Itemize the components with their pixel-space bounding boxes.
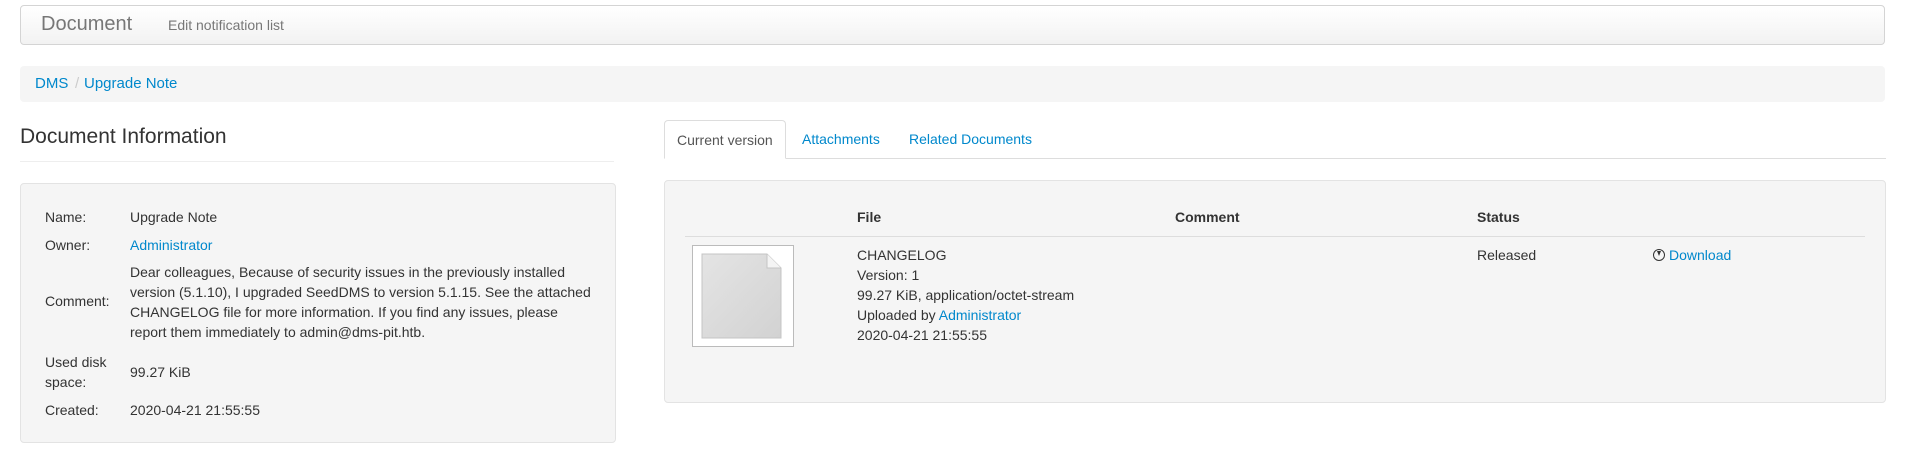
uploaded-by-line: Uploaded by Administrator: [857, 305, 1074, 325]
download-icon[interactable]: [1653, 249, 1665, 261]
comment-column-header: Comment: [1175, 209, 1240, 225]
version-tabs: Current version Attachments Related Docu…: [664, 120, 1886, 159]
breadcrumb: DMS / Upgrade Note: [20, 66, 1885, 102]
created-value: 2020-04-21 21:55:55: [130, 402, 260, 418]
download-link[interactable]: Download: [1669, 247, 1731, 263]
navbar-brand[interactable]: Document: [41, 13, 132, 36]
uploader-link[interactable]: Administrator: [939, 307, 1021, 323]
table-header-divider: [685, 236, 1865, 237]
created-label: Created:: [45, 402, 99, 418]
used-disk-space-value: 99.27 KiB: [130, 364, 191, 380]
name-label: Name:: [45, 209, 87, 225]
breadcrumb-separator: /: [75, 75, 80, 92]
document-thumbnail-icon[interactable]: [692, 245, 794, 347]
used-disk-space-label-line2: space:: [45, 374, 87, 390]
upload-date: 2020-04-21 21:55:55: [857, 327, 987, 343]
owner-label: Owner:: [45, 237, 91, 253]
used-disk-space-label-line1: Used disk: [45, 354, 107, 370]
status-column-header: Status: [1477, 209, 1520, 225]
status-value: Released: [1477, 247, 1537, 263]
document-information-title: Document Information: [20, 125, 614, 162]
comment-label: Comment:: [45, 293, 110, 309]
owner-link[interactable]: Administrator: [130, 235, 212, 255]
breadcrumb-dms[interactable]: DMS: [35, 75, 68, 92]
breadcrumb-upgrade-note[interactable]: Upgrade Note: [84, 75, 177, 92]
current-version-panel: File Comment Status CHANGELOG Version: 1…: [664, 180, 1886, 403]
top-navbar: Document Edit notification list: [20, 5, 1885, 45]
version-file-info: CHANGELOG Version: 1 99.27 KiB, applicat…: [857, 245, 1074, 345]
document-info-panel: Name: Upgrade Note Owner: Administrator …: [20, 183, 616, 443]
file-name: CHANGELOG: [857, 247, 947, 263]
name-value: Upgrade Note: [130, 209, 218, 225]
file-column-header: File: [857, 209, 882, 225]
file-size-type: 99.27 KiB, application/octet-stream: [857, 287, 1075, 303]
uploaded-by-prefix: Uploaded by: [857, 307, 936, 323]
version-number: Version: 1: [857, 267, 920, 283]
download-action[interactable]: Download: [1653, 245, 1731, 265]
tab-related-documents[interactable]: Related Documents: [897, 120, 1044, 158]
tab-current-version[interactable]: Current version: [664, 120, 786, 159]
comment-value: Dear colleagues, Because of security iss…: [130, 264, 591, 340]
edit-notification-list-link[interactable]: Edit notification list: [168, 17, 284, 33]
tab-attachments[interactable]: Attachments: [790, 120, 892, 158]
